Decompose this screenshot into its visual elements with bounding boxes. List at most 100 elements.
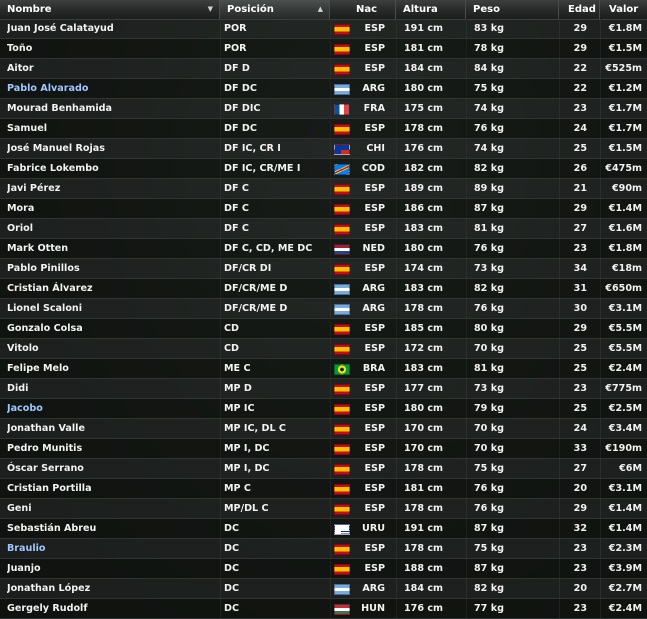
player-name-link[interactable]: Pablo Pinillos	[7, 259, 217, 278]
player-name-link[interactable]: Óscar Serrano	[7, 459, 217, 478]
player-name-link[interactable]: Toño	[7, 39, 217, 58]
age-cell: 27	[573, 223, 587, 234]
column-header-posicion[interactable]: Posición ▲	[220, 0, 330, 19]
player-name-link[interactable]: Jonathan López	[7, 579, 217, 598]
player-name-link[interactable]: Braulio	[7, 539, 217, 558]
player-name-link[interactable]: Jacobo	[7, 399, 217, 418]
player-name-link[interactable]: Jonathan Valle	[7, 419, 217, 438]
player-name-link[interactable]: Sebastián Abreu	[7, 519, 217, 538]
table-row[interactable]: Gergely Rudolf DC HUN 176 cm 77 kg 23 €2.4M	[0, 599, 647, 619]
flag-esp-icon	[334, 424, 350, 435]
player-name-link[interactable]: Mark Otten	[7, 239, 217, 258]
table-row[interactable]: Vitolo CD ESP 172 cm 70 kg 25 €5.5M	[0, 339, 647, 359]
height-cell: 181 cm	[404, 43, 444, 54]
value-cell: €1.6M	[608, 223, 642, 234]
player-name-link[interactable]: Didi	[7, 379, 217, 398]
player-name-link[interactable]: Gonzalo Colsa	[7, 319, 217, 338]
weight-cell: 76 kg	[474, 123, 504, 134]
position-cell: MP D	[224, 383, 252, 394]
column-header-edad[interactable]: Edad	[559, 0, 600, 19]
player-name-link[interactable]: Aitor	[7, 59, 217, 78]
height-cell: 184 cm	[404, 63, 444, 74]
column-header-altura[interactable]: Altura	[396, 0, 466, 19]
weight-cell: 76 kg	[474, 483, 504, 494]
player-name-link[interactable]: José Manuel Rojas	[7, 139, 217, 158]
table-row[interactable]: Oriol DF C ESP 183 cm 81 kg 27 €1.6M	[0, 219, 647, 239]
nationality-flag-icon	[334, 44, 350, 55]
value-cell: €1.5M	[608, 143, 642, 154]
table-row[interactable]: Sebastián Abreu DC URU 191 cm 87 kg 32 €1.4M	[0, 519, 647, 539]
player-name-link[interactable]: Cristian Portilla	[7, 479, 217, 498]
value-cell: €90m	[611, 183, 642, 194]
player-name-link[interactable]: Gergely Rudolf	[7, 599, 217, 618]
player-name-link[interactable]: Mourad Benhamida	[7, 99, 217, 118]
player-name-link[interactable]: Felipe Melo	[7, 359, 217, 378]
nationality-flag-icon	[334, 424, 350, 435]
player-name-link[interactable]: Lionel Scaloni	[7, 299, 217, 318]
table-row[interactable]: Braulio DC ESP 178 cm 75 kg 23 €2.3M	[0, 539, 647, 559]
table-row[interactable]: Cristian Álvarez DF/CR/ME D ARG 183 cm 82 kg…	[0, 279, 647, 299]
position-cell: DF C, CD, ME DC	[224, 243, 313, 254]
nationality-flag-icon	[334, 224, 350, 235]
value-cell: €2.5M	[608, 403, 642, 414]
flag-esp-icon	[334, 504, 350, 515]
player-name-link[interactable]: Geni	[7, 499, 217, 518]
height-cell: 185 cm	[404, 323, 444, 334]
player-name-link[interactable]: Vitolo	[7, 339, 217, 358]
player-name-link[interactable]: Cristian Álvarez	[7, 279, 217, 298]
column-header-valor[interactable]: Valor	[600, 0, 647, 19]
sort-ascending-icon[interactable]: ▲	[318, 0, 323, 19]
table-row[interactable]: Pedro Munitis MP I, DC ESP 170 cm 70 kg 33 €19…	[0, 439, 647, 459]
table-row[interactable]: Geni MP/DL C ESP 178 cm 76 kg 29 €1.4M	[0, 499, 647, 519]
sort-descending-icon[interactable]: ▼	[208, 0, 213, 19]
table-row[interactable]: Didi MP D ESP 177 cm 73 kg 23 €775m	[0, 379, 647, 399]
table-row[interactable]: Mora DF C ESP 186 cm 87 kg 29 €1.4M	[0, 199, 647, 219]
weight-cell: 76 kg	[474, 243, 504, 254]
player-name-link[interactable]: Juan José Calatayud	[7, 19, 217, 38]
weight-cell: 74 kg	[474, 143, 504, 154]
player-name-link[interactable]: Pedro Munitis	[7, 439, 217, 458]
age-cell: 23	[573, 383, 587, 394]
table-row[interactable]: Pablo Pinillos DF/CR DI ESP 174 cm 73 kg 34 €1…	[0, 259, 647, 279]
player-name-link[interactable]: Mora	[7, 199, 217, 218]
table-row[interactable]: Pablo Alvarado DF DC ARG 180 cm 75 kg 22 €1.2M	[0, 79, 647, 99]
height-cell: 191 cm	[404, 523, 444, 534]
column-header-peso[interactable]: Peso	[466, 0, 559, 19]
nationality-flag-icon	[334, 64, 350, 75]
value-cell: €1.5M	[608, 43, 642, 54]
table-row[interactable]: Jacobo MP IC ESP 180 cm 79 kg 25 €2.5M	[0, 399, 647, 419]
flag-ned-icon	[334, 244, 350, 255]
table-row[interactable]: Fabrice Lokembo DF IC, CR/ME I COD 182 cm 82…	[0, 159, 647, 179]
table-row[interactable]: Lionel Scaloni DF/CR/ME D ARG 178 cm 76 kg 30…	[0, 299, 647, 319]
player-name-link[interactable]: Oriol	[7, 219, 217, 238]
table-row[interactable]: Jonathan Valle MP IC, DL C ESP 170 cm 70 kg 2…	[0, 419, 647, 439]
table-row[interactable]: Juan José Calatayud POR ESP 191 cm 83 kg 29 €1…	[0, 19, 647, 39]
table-row[interactable]: Jonathan López DC ARG 184 cm 82 kg 20 €2.7M	[0, 579, 647, 599]
weight-cell: 70 kg	[474, 423, 504, 434]
table-row[interactable]: Toño POR ESP 181 cm 78 kg 29 €1.5M	[0, 39, 647, 59]
position-cell: DF C	[224, 223, 249, 234]
table-row[interactable]: Aitor DF D ESP 184 cm 84 kg 22 €525m	[0, 59, 647, 79]
flag-esp-icon	[334, 204, 350, 215]
table-row[interactable]: Felipe Melo ME C BRA 183 cm 81 kg 25 €2.4M	[0, 359, 647, 379]
weight-cell: 74 kg	[474, 103, 504, 114]
height-cell: 178 cm	[404, 503, 444, 514]
table-row[interactable]: José Manuel Rojas DF IC, CR I CHI 176 cm 74 …	[0, 139, 647, 159]
table-row[interactable]: Óscar Serrano MP I, DC ESP 178 cm 75 kg 27 €6M	[0, 459, 647, 479]
table-row[interactable]: Cristian Portilla MP C ESP 181 cm 76 kg 20 €3.…	[0, 479, 647, 499]
nationality-flag-icon	[334, 24, 350, 35]
player-name-link[interactable]: Fabrice Lokembo	[7, 159, 217, 178]
column-header-nac[interactable]: Nac	[330, 0, 396, 19]
player-name-link[interactable]: Javi Pérez	[7, 179, 217, 198]
player-name-link[interactable]: Pablo Alvarado	[7, 79, 217, 98]
table-row[interactable]: Mark Otten DF C, CD, ME DC NED 180 cm 76 kg 2…	[0, 239, 647, 259]
flag-esp-icon	[334, 44, 350, 55]
column-header-nombre[interactable]: Nombre ▼	[0, 0, 220, 19]
table-row[interactable]: Mourad Benhamida DF DIC FRA 175 cm 74 kg 23 €1…	[0, 99, 647, 119]
table-row[interactable]: Juanjo DC ESP 188 cm 87 kg 23 €3.9M	[0, 559, 647, 579]
player-name-link[interactable]: Juanjo	[7, 559, 217, 578]
player-name-link[interactable]: Samuel	[7, 119, 217, 138]
table-row[interactable]: Javi Pérez DF C ESP 189 cm 89 kg 21 €90m	[0, 179, 647, 199]
table-row[interactable]: Gonzalo Colsa CD ESP 185 cm 80 kg 29 €5.5M	[0, 319, 647, 339]
table-row[interactable]: Samuel DF DC ESP 178 cm 76 kg 24 €1.7M	[0, 119, 647, 139]
